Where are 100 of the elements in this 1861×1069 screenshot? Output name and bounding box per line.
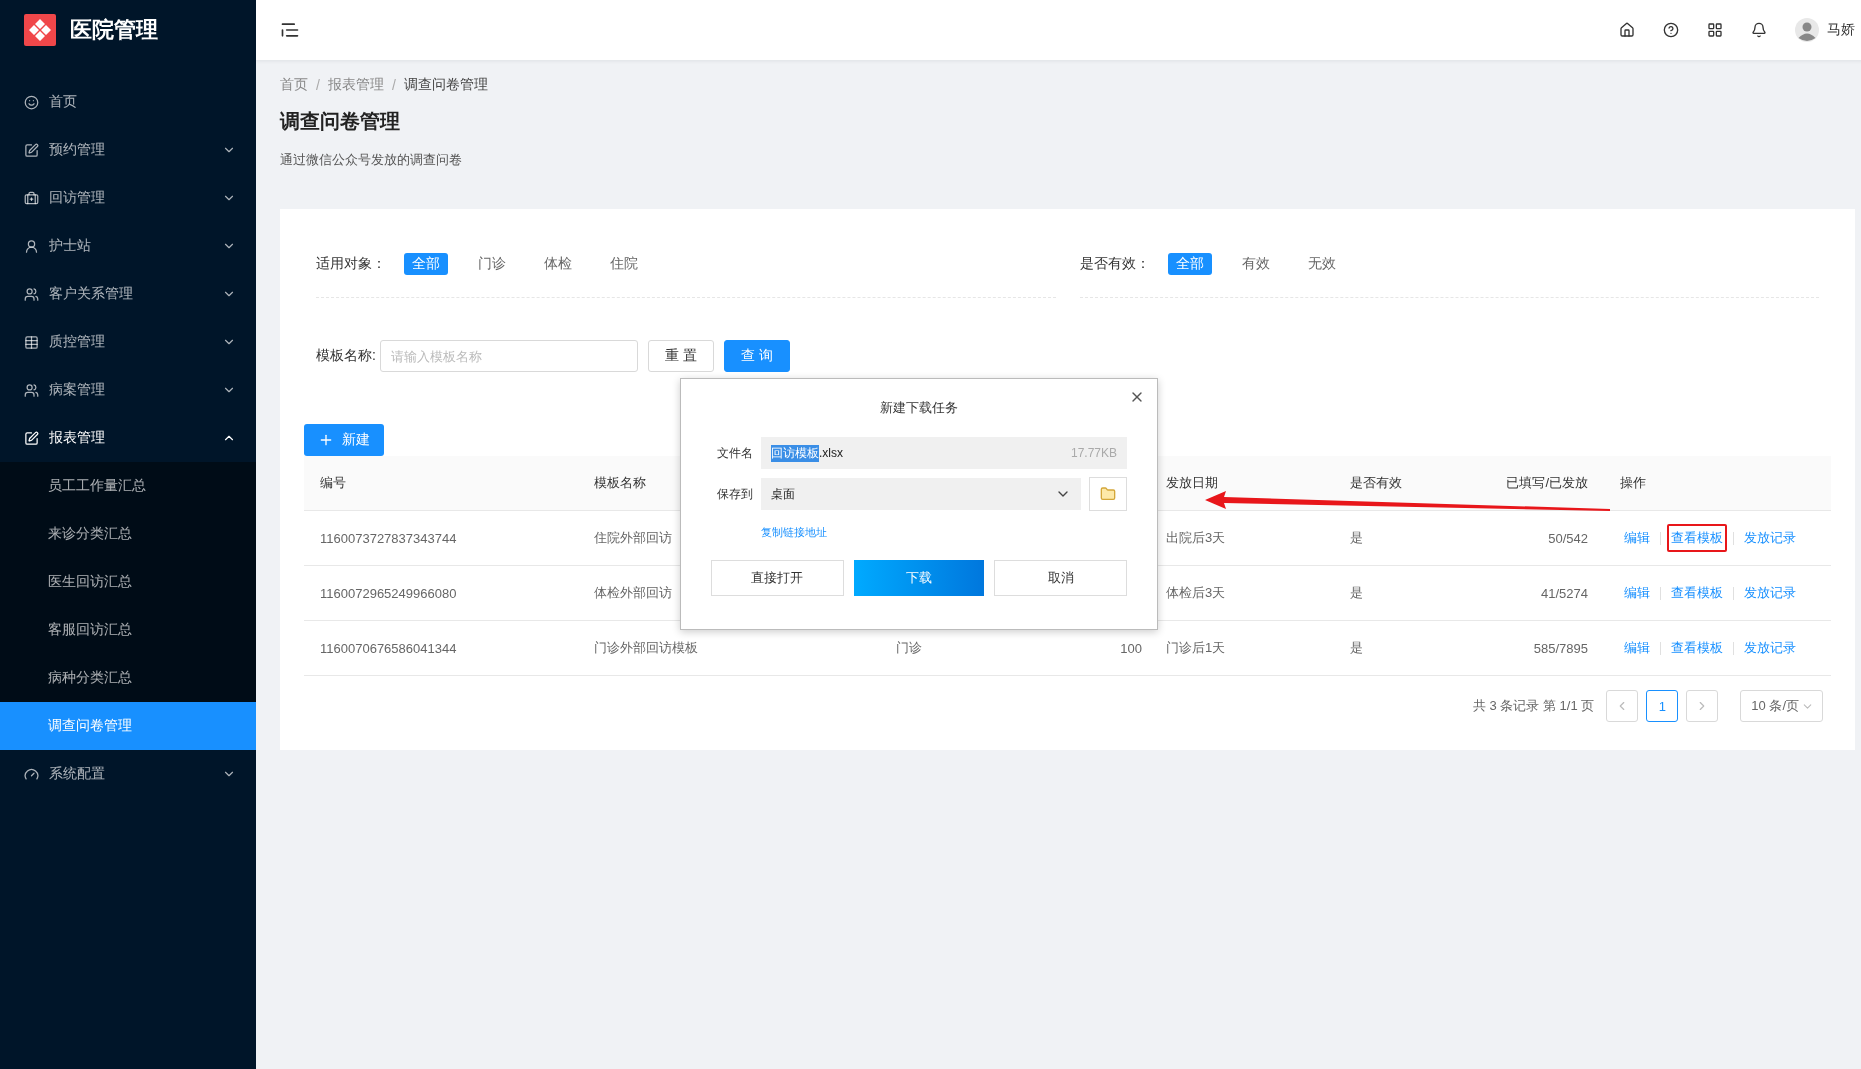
dialog-button[interactable]: 取消 — [994, 560, 1127, 596]
app-title: 医院管理 — [70, 16, 158, 44]
table-cell-text: 1160070676586041344 — [319, 640, 458, 656]
table-cell-text: 41/5274 — [1540, 585, 1589, 601]
breadcrumb-link[interactable]: 首页 — [280, 76, 308, 94]
table-cell-text: 门诊 — [895, 639, 923, 657]
column-header: 发放日期 — [1165, 474, 1219, 492]
sidebar-item[interactable]: 质控管理 — [0, 318, 256, 366]
sidebar-item[interactable]: 首页 — [0, 78, 256, 126]
gauge-icon — [24, 766, 39, 782]
action-link[interactable]: 编辑 — [1620, 524, 1654, 552]
field-label: 保存到 — [716, 485, 753, 503]
dialog-button[interactable]: 直接打开 — [711, 560, 844, 596]
sidebar-item[interactable]: 系统配置 — [0, 750, 256, 798]
sidebar-item[interactable]: 客户关系管理 — [0, 270, 256, 318]
field-label: 文件名 — [716, 444, 753, 462]
table-cell-text: 是 — [1349, 529, 1364, 547]
sidebar-item[interactable]: 报表管理 — [0, 414, 256, 462]
column-header: 是否有效 — [1349, 474, 1403, 492]
filter-option[interactable]: 全部 — [404, 253, 448, 275]
action-link[interactable]: 查看模板 — [1667, 579, 1727, 607]
action-link[interactable]: 发放记录 — [1740, 634, 1800, 662]
avatar-icon[interactable] — [1795, 18, 1819, 42]
sidebar-item[interactable]: 病案管理 — [0, 366, 256, 414]
edit-icon — [24, 430, 39, 446]
breadcrumb-link[interactable]: 调查问卷管理 — [403, 76, 488, 94]
table-cell: 体检外部回访 — [594, 584, 672, 602]
action-link[interactable]: 编辑 — [1620, 634, 1654, 662]
table-cell: 住院外部回访 — [594, 529, 672, 547]
edit-icon — [24, 142, 39, 158]
template-name-field[interactable]: 请输入模板名称 — [379, 340, 638, 372]
menu-icon[interactable] — [280, 20, 300, 40]
table-cell-text: 50/542 — [1547, 530, 1589, 546]
page-description: 通过微信公众号发放的调查问卷 — [280, 151, 463, 169]
bell-icon[interactable] — [1751, 22, 1767, 38]
sidebar-subitem[interactable]: 员工工作量汇总 — [0, 462, 256, 510]
column-header: 模板名称 — [594, 474, 646, 492]
plus-icon — [318, 432, 334, 448]
home-icon[interactable] — [1619, 22, 1635, 38]
table-cell-text: 出院后3天 — [1165, 529, 1227, 547]
action-link[interactable]: 编辑 — [1620, 579, 1654, 607]
query-button[interactable]: 查 询 — [723, 340, 790, 372]
help-icon[interactable] — [1663, 22, 1679, 38]
breadcrumb-link[interactable]: 报表管理 — [327, 76, 384, 94]
filter-option[interactable]: 住院 — [602, 253, 646, 275]
table-cell: 门诊外部回访模板 — [594, 639, 698, 657]
user-icon — [24, 238, 39, 254]
table-cell-text: 体检后3天 — [1165, 584, 1227, 602]
filter-label: 是否有效： — [1079, 255, 1150, 273]
reset-button[interactable]: 重 置 — [647, 340, 714, 372]
medical-case-icon — [24, 190, 39, 206]
table-cell-text: 1160072965249966080 — [319, 585, 458, 601]
column-header: 已填写/已发放 — [1505, 474, 1589, 492]
smile-icon — [24, 94, 39, 110]
action-link[interactable]: 发放记录 — [1740, 524, 1800, 552]
action-link[interactable]: 查看模板 — [1667, 634, 1727, 662]
table-cell-text: 是 — [1349, 639, 1364, 657]
filter-label: 适用对象： — [316, 255, 386, 273]
filter-option[interactable]: 有效 — [1233, 253, 1278, 275]
filter-option[interactable]: 全部 — [1167, 253, 1212, 275]
sidebar-subitem[interactable]: 来诊分类汇总 — [0, 510, 256, 558]
page-size-select[interactable]: 10 条/页 — [1740, 690, 1823, 722]
table-cell-text: 1160073727837343744 — [319, 530, 458, 546]
file-name-field[interactable]: 回访模板.xlsx 17.77KB — [761, 437, 1127, 469]
grid-icon[interactable] — [1707, 22, 1723, 38]
download-button[interactable]: 下载 — [853, 560, 985, 596]
save-location-select[interactable]: 桌面 — [761, 478, 1081, 510]
page-title: 调查问卷管理 — [280, 109, 401, 134]
sidebar-subitem[interactable]: 客服回访汇总 — [0, 606, 256, 654]
users-icon — [24, 286, 39, 302]
sidebar-item[interactable]: 回访管理 — [0, 174, 256, 222]
filter-option[interactable]: 门诊 — [470, 253, 514, 275]
user-name: 马娇 — [1827, 21, 1855, 39]
copy-link[interactable]: 复制链接地址 — [761, 525, 827, 540]
sidebar-item[interactable]: 护士站 — [0, 222, 256, 270]
column-header: 操作 — [1619, 474, 1647, 492]
users-icon — [24, 382, 39, 398]
breadcrumb-separator: / — [316, 77, 320, 93]
table-cell-text: 100 — [1119, 640, 1143, 656]
dialog-title: 新建下载任务 — [880, 399, 958, 417]
column-header: 编号 — [319, 474, 347, 492]
breadcrumb-separator: / — [391, 77, 396, 93]
filter-option[interactable]: 无效 — [1299, 253, 1344, 275]
sidebar-item[interactable]: 预约管理 — [0, 126, 256, 174]
folder-icon — [1100, 486, 1116, 502]
table-cell-text: 门诊后1天 — [1165, 639, 1227, 657]
sidebar-subitem[interactable]: 病种分类汇总 — [0, 654, 256, 702]
action-link[interactable]: 发放记录 — [1740, 579, 1800, 607]
sidebar-subitem[interactable]: 调查问卷管理 — [0, 702, 256, 750]
search-label: 模板名称: — [316, 347, 376, 365]
logo-icon — [24, 14, 56, 46]
table-cell-text: 585/7895 — [1532, 640, 1589, 656]
page-button[interactable]: 1 — [1646, 690, 1679, 722]
action-link[interactable]: 查看模板 — [1667, 524, 1727, 552]
filter-option[interactable]: 体检 — [536, 253, 580, 275]
pagination-summary: 共 3 条记录 第 1/1 页 — [1472, 697, 1595, 715]
new-button[interactable]: 新建 — [304, 424, 384, 456]
table-cell-text: 是 — [1349, 584, 1364, 602]
sidebar-subitem[interactable]: 医生回访汇总 — [0, 558, 256, 606]
table-icon — [24, 334, 39, 350]
